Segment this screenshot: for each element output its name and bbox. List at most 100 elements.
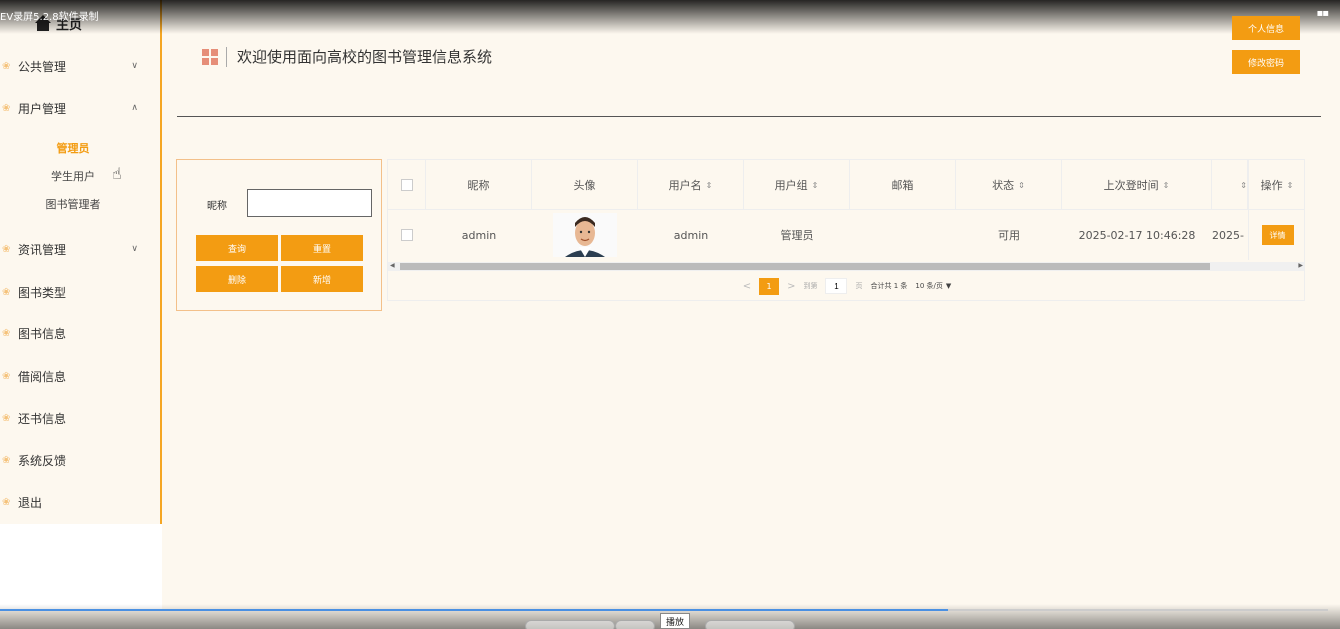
recorder-watermark: EV录屏5.2.8软件录制: [0, 12, 99, 23]
reset-button[interactable]: 重置: [281, 235, 363, 261]
goto-page-input[interactable]: [825, 278, 848, 294]
page-header: 欢迎使用面向高校的图书管理信息系统: [202, 46, 492, 67]
col-header-avatar: 头像: [532, 160, 638, 210]
profile-button[interactable]: 个人信息: [1232, 16, 1300, 40]
sidebar-empty-area: [0, 524, 162, 609]
sidebar-item-logout[interactable]: ❀ 退出: [0, 490, 160, 514]
page-unit: 页: [855, 282, 863, 290]
nickname-label: 昵称: [207, 201, 227, 212]
sidebar-subitem-book-managers[interactable]: 图书管理者: [0, 196, 146, 212]
cell-group: 管理员: [780, 229, 814, 242]
select-all-cell: [388, 160, 426, 210]
sidebar-item-borrow-info[interactable]: ❀ 借阅信息: [0, 364, 160, 388]
sidebar-item-label: 图书类型: [18, 285, 67, 300]
col-header-label: 用户名: [668, 179, 702, 192]
cell-action: 详情: [1248, 210, 1304, 260]
user-table: 昵称 头像 用户名 ⇕ 用户组 ⇕ 邮箱 状态 ⇕ 上次登时间 ⇕ ⇕ 操作 ⇕ admi…: [387, 159, 1305, 301]
flower-icon: ❀: [2, 60, 11, 72]
chevron-down-icon: ▼: [945, 282, 952, 290]
chevron-up-icon: ∧: [131, 103, 138, 113]
sidebar-item-label: 用户管理: [18, 101, 67, 116]
table-header: 昵称 头像 用户名 ⇕ 用户组 ⇕ 邮箱 状态 ⇕ 上次登时间 ⇕ ⇕ 操作 ⇕: [388, 160, 1304, 210]
col-header-label: 上次登时间: [1103, 179, 1159, 192]
add-button[interactable]: 新增: [281, 266, 363, 292]
sidebar-item-public[interactable]: ❀ 公共管理 ∨: [0, 54, 160, 78]
sidebar-item-label: 退出: [18, 495, 43, 510]
cell-status: 可用: [998, 229, 1020, 242]
sort-icon: ⇕: [1018, 180, 1025, 190]
flower-icon: ❀: [2, 370, 11, 382]
col-header-group[interactable]: 用户组 ⇕: [744, 160, 850, 210]
sidebar-item-return-info[interactable]: ❀ 还书信息: [0, 406, 160, 430]
control-pill[interactable]: [525, 620, 615, 629]
cell-truncated: 2025-: [1212, 228, 1244, 242]
sort-icon: ⇕: [1286, 180, 1294, 190]
prev-page-icon[interactable]: <: [743, 281, 751, 292]
cell-last-login: 2025-02-17 10:46:28: [1078, 228, 1196, 242]
play-tooltip: 播放: [660, 613, 690, 629]
flower-icon: ❀: [2, 496, 11, 508]
sidebar: 主页 ❀ 公共管理 ∨ ❀ 用户管理 ∧ 管理员 学生用户 图书管理者 ❀ 资讯…: [0, 0, 162, 524]
fullscreen-icon[interactable]: ▪▪: [1316, 8, 1329, 19]
sidebar-item-label: 资讯管理: [18, 242, 67, 257]
scroll-left-icon[interactable]: ◀: [390, 262, 395, 269]
col-header-last-login[interactable]: 上次登时间 ⇕: [1062, 160, 1212, 210]
control-pill[interactable]: [705, 620, 795, 629]
video-progress-remaining[interactable]: [948, 609, 1328, 611]
flower-icon: ❀: [2, 243, 11, 255]
detail-button[interactable]: 详情: [1261, 225, 1294, 245]
cell-email: [850, 210, 956, 260]
sidebar-item-users[interactable]: ❀ 用户管理 ∧: [0, 96, 160, 120]
cell-username: admin: [673, 228, 709, 242]
sort-icon: ⇕: [1162, 180, 1170, 190]
col-header-email: 邮箱: [850, 160, 956, 210]
flower-icon: ❀: [2, 454, 11, 466]
query-button[interactable]: 查询: [196, 235, 278, 261]
col-header-label: 用户组: [774, 179, 808, 192]
col-header-username[interactable]: 用户名 ⇕: [638, 160, 744, 210]
sort-icon: ⇕: [1240, 180, 1247, 190]
col-header-label: 操作: [1260, 179, 1283, 192]
video-progress-played[interactable]: [0, 609, 948, 611]
sidebar-item-label: 借阅信息: [18, 369, 67, 384]
chevron-down-icon: ∨: [131, 244, 138, 254]
sidebar-subitem-students[interactable]: 学生用户: [0, 168, 146, 184]
title-divider: [226, 46, 227, 67]
total-count: 合计共 1 条: [870, 282, 908, 290]
col-header-status[interactable]: 状态 ⇕: [956, 160, 1062, 210]
row-checkbox[interactable]: [401, 229, 413, 241]
pagination: < 1 > 到第 页 合计共 1 条 10 条/页 ▼: [388, 277, 1304, 295]
cell-avatar: [532, 210, 638, 260]
hand-cursor-icon: ☝: [112, 164, 122, 183]
sidebar-subitem-admin[interactable]: 管理员: [0, 140, 146, 156]
col-header-nickname: 昵称: [426, 160, 532, 210]
select-all-checkbox[interactable]: [400, 179, 413, 191]
flower-icon: ❀: [2, 286, 11, 298]
page-title: 欢迎使用面向高校的图书管理信息系统: [237, 48, 493, 66]
header-divider: [177, 116, 1321, 117]
sidebar-item-label: 公共管理: [18, 59, 67, 74]
search-panel: 昵称 查询 重置 删除 新增: [176, 159, 382, 311]
col-header-cut: ⇕: [1212, 160, 1248, 210]
delete-button[interactable]: 删除: [196, 266, 278, 292]
chevron-down-icon: ∨: [131, 61, 138, 71]
goto-label: 到第: [803, 282, 818, 290]
horizontal-scrollbar[interactable]: ◀ ▶: [388, 262, 1304, 271]
change-password-button[interactable]: 修改密码: [1232, 50, 1300, 74]
sidebar-item-book-info[interactable]: ❀ 图书信息: [0, 321, 160, 345]
col-header-label: 状态: [992, 179, 1015, 192]
scroll-thumb[interactable]: [400, 263, 1210, 270]
sidebar-item-book-types[interactable]: ❀ 图书类型: [0, 280, 160, 304]
grid-icon: [202, 48, 218, 65]
scroll-right-icon[interactable]: ▶: [1298, 262, 1303, 269]
sidebar-item-label: 系统反馈: [18, 453, 67, 468]
nickname-input[interactable]: [247, 189, 372, 217]
flower-icon: ❀: [2, 327, 11, 339]
current-page[interactable]: 1: [759, 277, 780, 295]
avatar: [553, 213, 617, 257]
next-page-icon[interactable]: >: [787, 281, 795, 292]
sidebar-item-feedback[interactable]: ❀ 系统反馈: [0, 448, 160, 472]
control-pill[interactable]: [615, 620, 655, 629]
page-size-select[interactable]: 10 条/页 ▼: [915, 281, 952, 291]
sidebar-item-news[interactable]: ❀ 资讯管理 ∨: [0, 237, 160, 261]
